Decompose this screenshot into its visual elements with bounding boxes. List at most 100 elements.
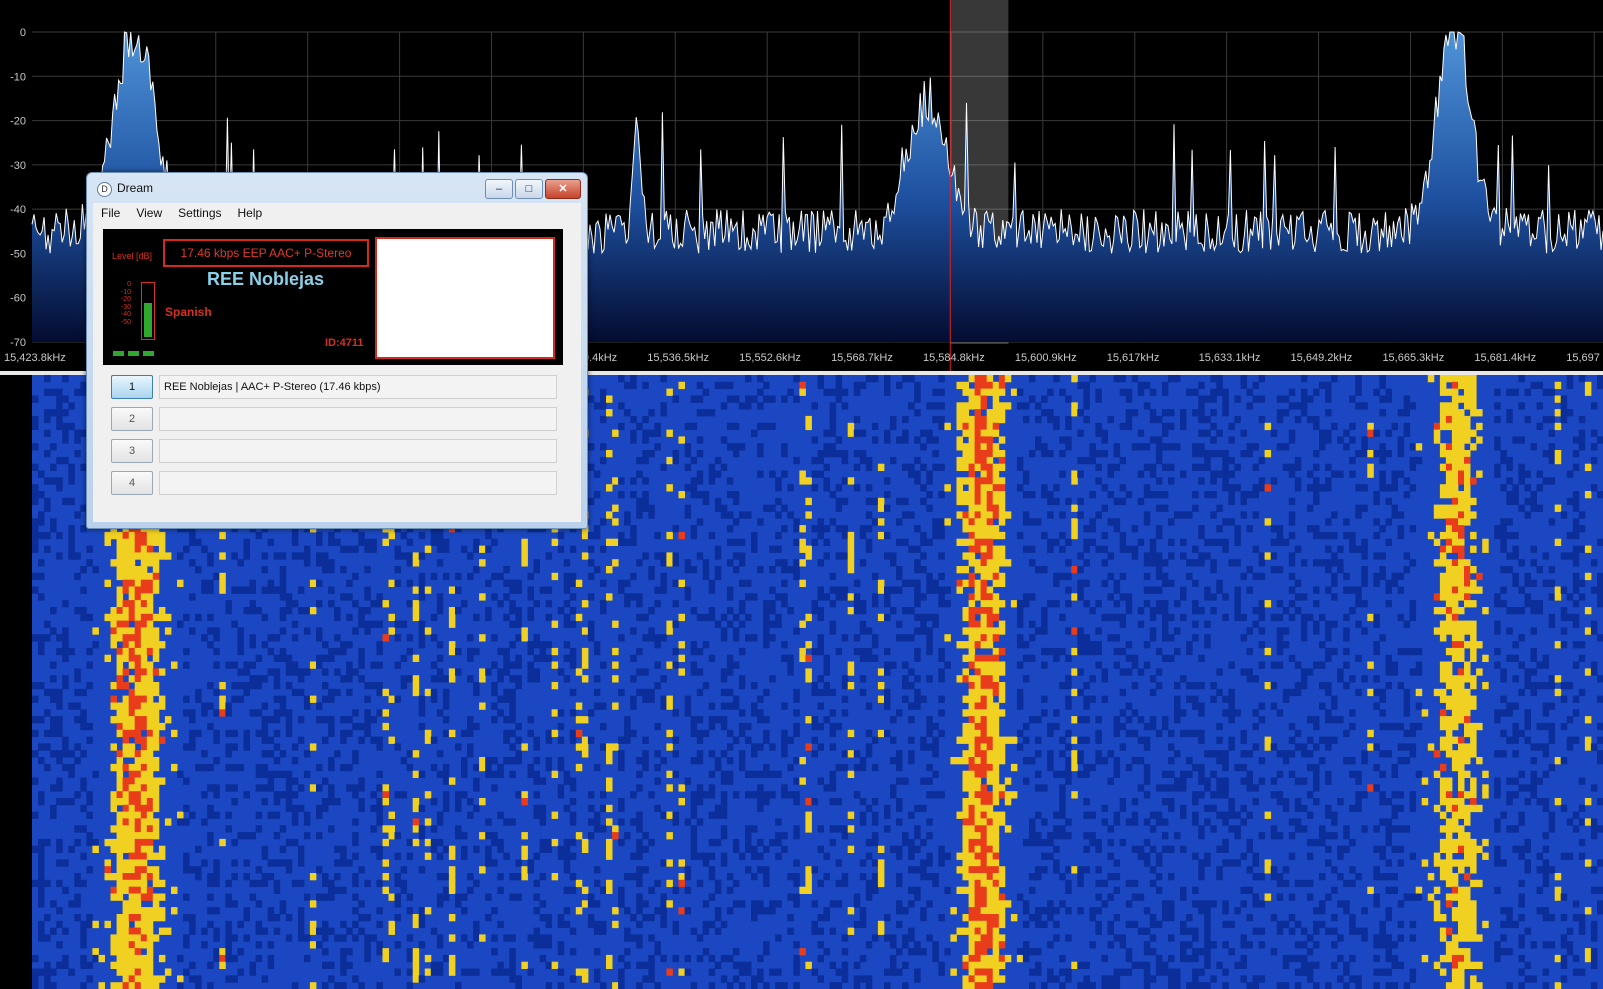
waterfall-cell [352,975,359,983]
waterfall-cell [1077,907,1084,915]
waterfall-cell [1077,866,1084,874]
waterfall-cell [980,682,988,690]
waterfall-cell [593,975,601,983]
waterfall-cell [273,682,281,690]
waterfall-cell [612,743,619,751]
waterfall-cell [545,914,553,922]
waterfall-cell [612,518,619,526]
waterfall-cell [497,920,504,929]
waterfall-cell [968,709,976,717]
waterfall-cell [140,709,148,717]
waterfall-cell [364,566,371,574]
waterfall-cell [503,968,510,976]
waterfall-cell [575,907,583,915]
waterfall-cell [551,682,559,690]
waterfall-cell [835,647,843,656]
waterfall-cell [847,729,855,738]
waterfall-cell [630,572,637,581]
waterfall-cell [1047,545,1054,553]
waterfall-cell [1065,975,1072,983]
waterfall-cell [152,825,160,833]
waterfall-cell [666,743,673,751]
waterfall-cell [285,607,293,615]
waterfall-cell [690,825,698,833]
waterfall-cell [980,757,988,765]
waterfall-cell [140,893,148,901]
waterfall-cell [871,641,879,649]
waterfall-cell [50,716,57,724]
waterfall-cell [322,798,329,806]
waterfall-cell [376,784,383,792]
waterfall-cell [593,641,601,649]
waterfall-cell [340,920,347,929]
waterfall-cell [871,873,879,881]
waterfall-cell [527,859,534,867]
waterfall-cell [702,729,710,738]
waterfall-cell [757,907,764,915]
waterfall-cell [86,961,93,969]
waterfall-cell [128,647,136,656]
waterfall-cell [38,886,45,894]
waterfall-cell [726,607,734,615]
waterfall-cell [1035,838,1042,847]
waterfall-cell [473,845,480,853]
waterfall-cell [859,654,867,662]
waterfall-cell [74,825,81,833]
waterfall-cell [841,763,849,772]
waterfall-cell [859,811,867,819]
waterfall-cell [853,647,861,656]
waterfall-cell [986,695,994,703]
waterfall-cell [406,982,414,989]
waterfall-cell [297,804,305,813]
waterfall-cell [932,948,939,956]
waterfall-cell [751,907,758,915]
waterfall-cell [1004,559,1012,567]
waterfall-cell [823,443,830,451]
waterfall-cell [122,948,130,956]
waterfall-cell [515,586,522,594]
waterfall-cell [944,422,951,431]
waterfall-cell [980,613,988,622]
waterfall-cell [225,825,232,833]
waterfall-cell [189,975,196,983]
waterfall-cell [732,845,740,853]
waterfall-cell [678,381,685,390]
waterfall-cell [738,750,746,758]
waterfall-cell [841,450,849,458]
waterfall-cell [231,620,238,628]
waterfall-cell [823,538,830,546]
waterfall-cell [140,804,148,813]
waterfall-cell [781,395,788,403]
waterfall-cell [328,654,335,662]
waterfall-cell [817,641,824,649]
waterfall-cell [424,586,432,594]
waterfall-cell [285,770,293,778]
waterfall-cell [533,634,540,642]
waterfall-cell [56,777,63,785]
waterfall-cell [267,668,275,676]
waterfall-cell [219,954,226,963]
waterfall-cell [38,791,45,799]
waterfall-cell [412,975,420,983]
waterfall-cell [152,538,160,546]
waterfall-cell [932,531,939,540]
waterfall-cell [225,948,232,956]
waterfall-cell [823,852,830,860]
waterfall-cell [853,388,861,396]
waterfall-cell [980,709,988,717]
waterfall-cell [285,804,293,813]
waterfall-cell [303,552,311,560]
waterfall-cell [606,450,613,458]
waterfall-cell [696,518,704,526]
waterfall-cell [992,873,1000,881]
waterfall-cell [152,566,160,574]
waterfall-cell [865,982,873,989]
waterfall-cell [418,907,426,915]
waterfall-cell [255,927,263,935]
waterfall-cell [279,579,287,587]
waterfall-cell [225,600,232,608]
waterfall-cell [442,538,450,546]
waterfall-cell [225,729,232,738]
waterfall-cell [1035,518,1042,526]
waterfall-cell [738,900,746,908]
